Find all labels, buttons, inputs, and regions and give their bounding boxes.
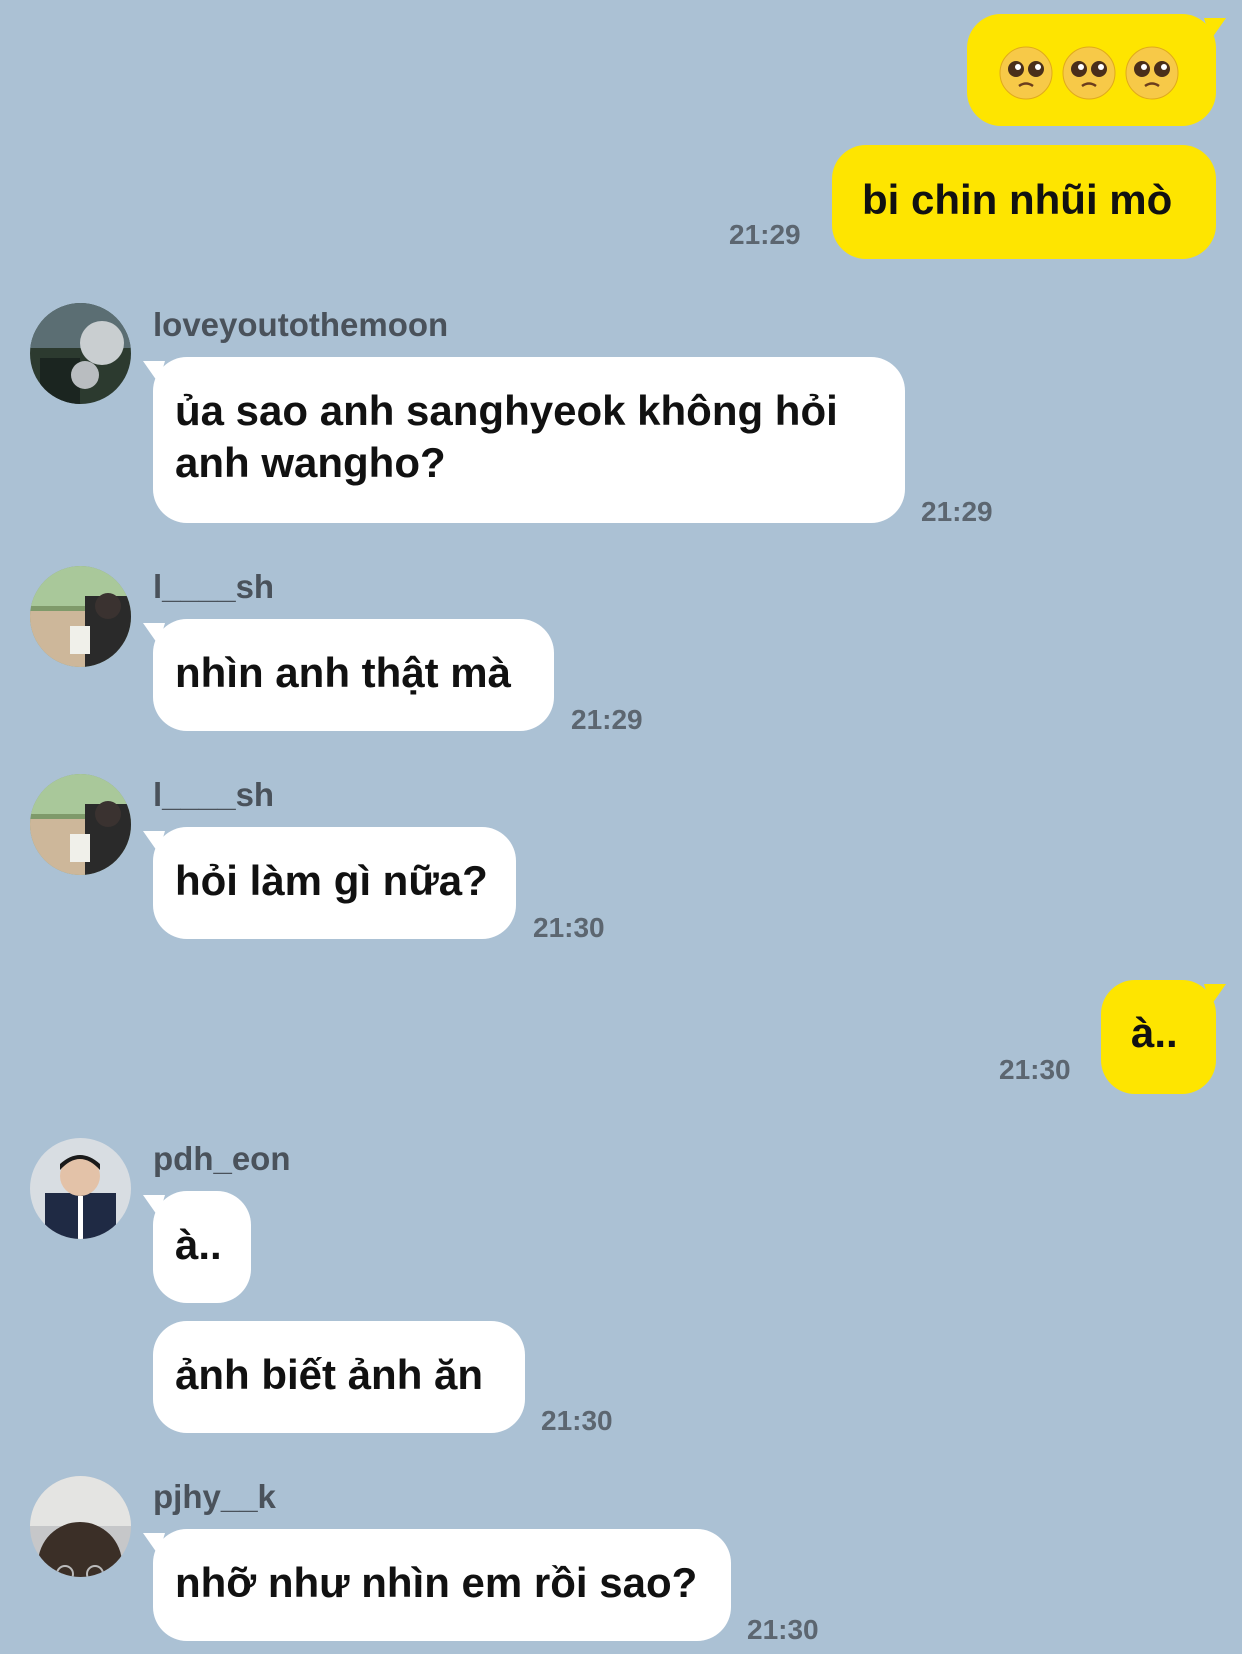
message-text: ủa sao anh sanghyeok không hỏi anh wangh… (175, 387, 838, 486)
message-bubble[interactable]: ảnh biết ảnh ăn (153, 1321, 525, 1433)
message-timestamp: 21:29 (729, 219, 801, 250)
sender-name: loveyoutothemoon (153, 306, 449, 343)
message-text: bi chin nhũi mò (862, 176, 1173, 223)
message-timestamp: 21:30 (999, 1054, 1071, 1085)
message-text: à.. (175, 1221, 222, 1268)
message-timestamp: 21:30 (747, 1614, 819, 1645)
message-text: ảnh biết ảnh ăn (175, 1351, 484, 1398)
my-message-bubble[interactable]: bi chin nhũi mò (832, 145, 1216, 259)
message-timestamp: 21:29 (571, 704, 643, 735)
avatar[interactable] (30, 1138, 131, 1239)
bubble-tail (143, 1533, 165, 1555)
message-text: hỏi làm gì nữa? (175, 857, 488, 904)
sender-name: l____sh (153, 776, 275, 813)
sender-name: pjhy__k (153, 1478, 276, 1515)
avatar[interactable] (30, 1476, 131, 1577)
message-text: nhìn anh thật mà (175, 649, 511, 696)
avatar[interactable] (30, 566, 131, 667)
my-message-bubble[interactable]: à.. (1101, 980, 1226, 1094)
message-timestamp: 21:29 (921, 496, 993, 527)
message-bubble[interactable]: à.. (143, 1191, 251, 1303)
message-bubble[interactable]: nhỡ như nhìn em rồi sao? (143, 1529, 731, 1641)
message-timestamp: 21:30 (541, 1405, 613, 1436)
bubble-tail (143, 623, 165, 645)
pleading-face-icon (1062, 46, 1116, 100)
pleading-face-icon (1125, 46, 1179, 100)
sender-name: l____sh (153, 568, 275, 605)
message-bubble[interactable]: nhìn anh thật mà (143, 619, 554, 731)
bubble-tail (143, 361, 165, 383)
pleading-face-icon (999, 46, 1053, 100)
message-text: nhỡ như nhìn em rồi sao? (175, 1559, 698, 1606)
message-text: à.. (1131, 1009, 1178, 1056)
bubble-tail (1204, 18, 1226, 40)
bubble-tail (1204, 984, 1226, 1006)
avatar[interactable] (30, 774, 131, 875)
my-message-bubble-emoji[interactable] (967, 14, 1226, 126)
avatar[interactable] (30, 303, 131, 404)
bubble-tail (143, 831, 165, 853)
sender-name: pdh_eon (153, 1140, 291, 1177)
message-bubble[interactable]: ủa sao anh sanghyeok không hỏi anh wangh… (143, 357, 905, 523)
bubble-tail (143, 1195, 165, 1217)
message-timestamp: 21:30 (533, 912, 605, 943)
message-bubble[interactable]: hỏi làm gì nữa? (143, 827, 516, 939)
